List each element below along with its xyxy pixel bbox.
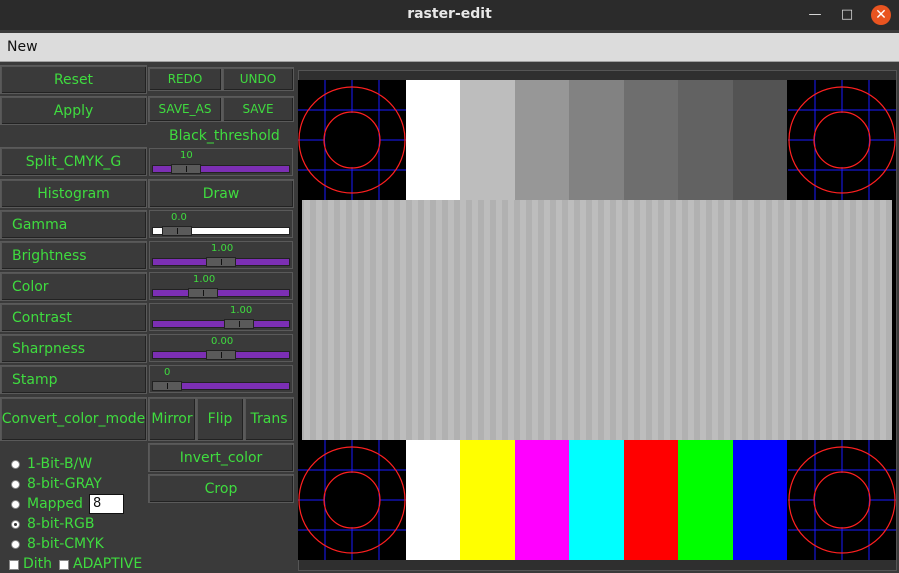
stamp-value: 0: [164, 367, 171, 378]
image-canvas[interactable]: [298, 80, 896, 560]
mode-label-cmyk: 8-bit-CMYK: [27, 536, 104, 552]
save-button[interactable]: SAVE: [222, 96, 294, 122]
slider-thumb[interactable]: [162, 226, 192, 236]
sharpness-value: 0.00: [211, 336, 234, 347]
redo-button[interactable]: REDO: [148, 67, 222, 91]
slider-thumb[interactable]: [206, 257, 236, 267]
mode-label-mapped: Mapped: [27, 496, 83, 512]
stamp-slider[interactable]: 0: [149, 365, 293, 393]
mode-radio-mapped[interactable]: [11, 500, 20, 509]
black-threshold-slider[interactable]: 10: [149, 148, 293, 176]
adaptive-checkbox[interactable]: [59, 560, 69, 570]
draw-button[interactable]: Draw: [148, 179, 294, 208]
sharpness-slider[interactable]: 0.00: [149, 334, 293, 362]
sharpness-label: Sharpness: [0, 334, 147, 363]
mode-radio-rgb[interactable]: [11, 520, 20, 529]
color-value: 1.00: [193, 274, 216, 285]
brightness-slider[interactable]: 1.00: [149, 241, 293, 269]
mode-label-1bit: 1-Bit-B/W: [27, 456, 93, 472]
gamma-value: 0.0: [171, 212, 187, 223]
slider-thumb[interactable]: [224, 319, 254, 329]
contrast-slider[interactable]: 1.00: [149, 303, 293, 331]
control-panel: Reset REDO UNDO Apply SAVE_AS SAVE Black…: [0, 62, 298, 573]
minimize-icon[interactable]: —: [805, 5, 825, 25]
close-icon[interactable]: ✕: [871, 5, 891, 25]
dith-label: Dith: [23, 556, 53, 572]
contrast-value: 1.00: [230, 305, 253, 316]
save-as-button[interactable]: SAVE_AS: [148, 96, 222, 122]
dith-checkbox[interactable]: [9, 560, 19, 570]
maximize-icon[interactable]: □: [837, 5, 857, 25]
slider-thumb[interactable]: [171, 164, 201, 174]
stamp-label: Stamp: [0, 365, 147, 394]
slider-thumb[interactable]: [206, 350, 236, 360]
slider-trough: [152, 320, 290, 328]
brightness-label: Brightness: [0, 241, 147, 270]
slider-thumb[interactable]: [188, 288, 218, 298]
slider-thumb[interactable]: [152, 381, 182, 391]
black-threshold-label: Black_threshold: [169, 128, 280, 144]
apply-button[interactable]: Apply: [0, 96, 147, 125]
slider-trough: [152, 289, 290, 297]
crop-button[interactable]: Crop: [148, 474, 294, 503]
color-slider[interactable]: 1.00: [149, 272, 293, 300]
menu-new[interactable]: New: [7, 39, 38, 55]
brightness-value: 1.00: [211, 243, 234, 254]
title-bar: raster-edit — □ ✕: [0, 0, 899, 30]
histogram-button[interactable]: Histogram: [0, 179, 147, 208]
reset-button[interactable]: Reset: [0, 65, 147, 94]
trans-button[interactable]: Trans: [244, 397, 294, 441]
gamma-label: Gamma: [0, 210, 147, 239]
mirror-button[interactable]: Mirror: [148, 397, 196, 441]
invert-color-button[interactable]: Invert_color: [148, 443, 294, 472]
convert-color-mode-button[interactable]: Convert_color_mode: [0, 397, 147, 441]
mapped-colors-input[interactable]: 8: [89, 494, 124, 514]
menu-bar: New: [0, 33, 899, 62]
mode-label-gray: 8-bit-GRAY: [27, 476, 102, 492]
adaptive-label: ADAPTIVE: [73, 556, 143, 572]
black-threshold-value: 10: [180, 150, 193, 161]
mode-label-rgb: 8-bit-RGB: [27, 516, 95, 532]
undo-button[interactable]: UNDO: [222, 67, 294, 91]
mode-radio-1bit[interactable]: [11, 460, 20, 469]
window-title: raster-edit: [407, 6, 492, 22]
split-cmyk-button[interactable]: Split_CMYK_G: [0, 147, 147, 176]
mode-radio-cmyk[interactable]: [11, 540, 20, 549]
gamma-slider[interactable]: 0.0: [149, 210, 293, 238]
color-label: Color: [0, 272, 147, 301]
flip-button[interactable]: Flip: [196, 397, 244, 441]
mode-radio-gray[interactable]: [11, 480, 20, 489]
contrast-label: Contrast: [0, 303, 147, 332]
